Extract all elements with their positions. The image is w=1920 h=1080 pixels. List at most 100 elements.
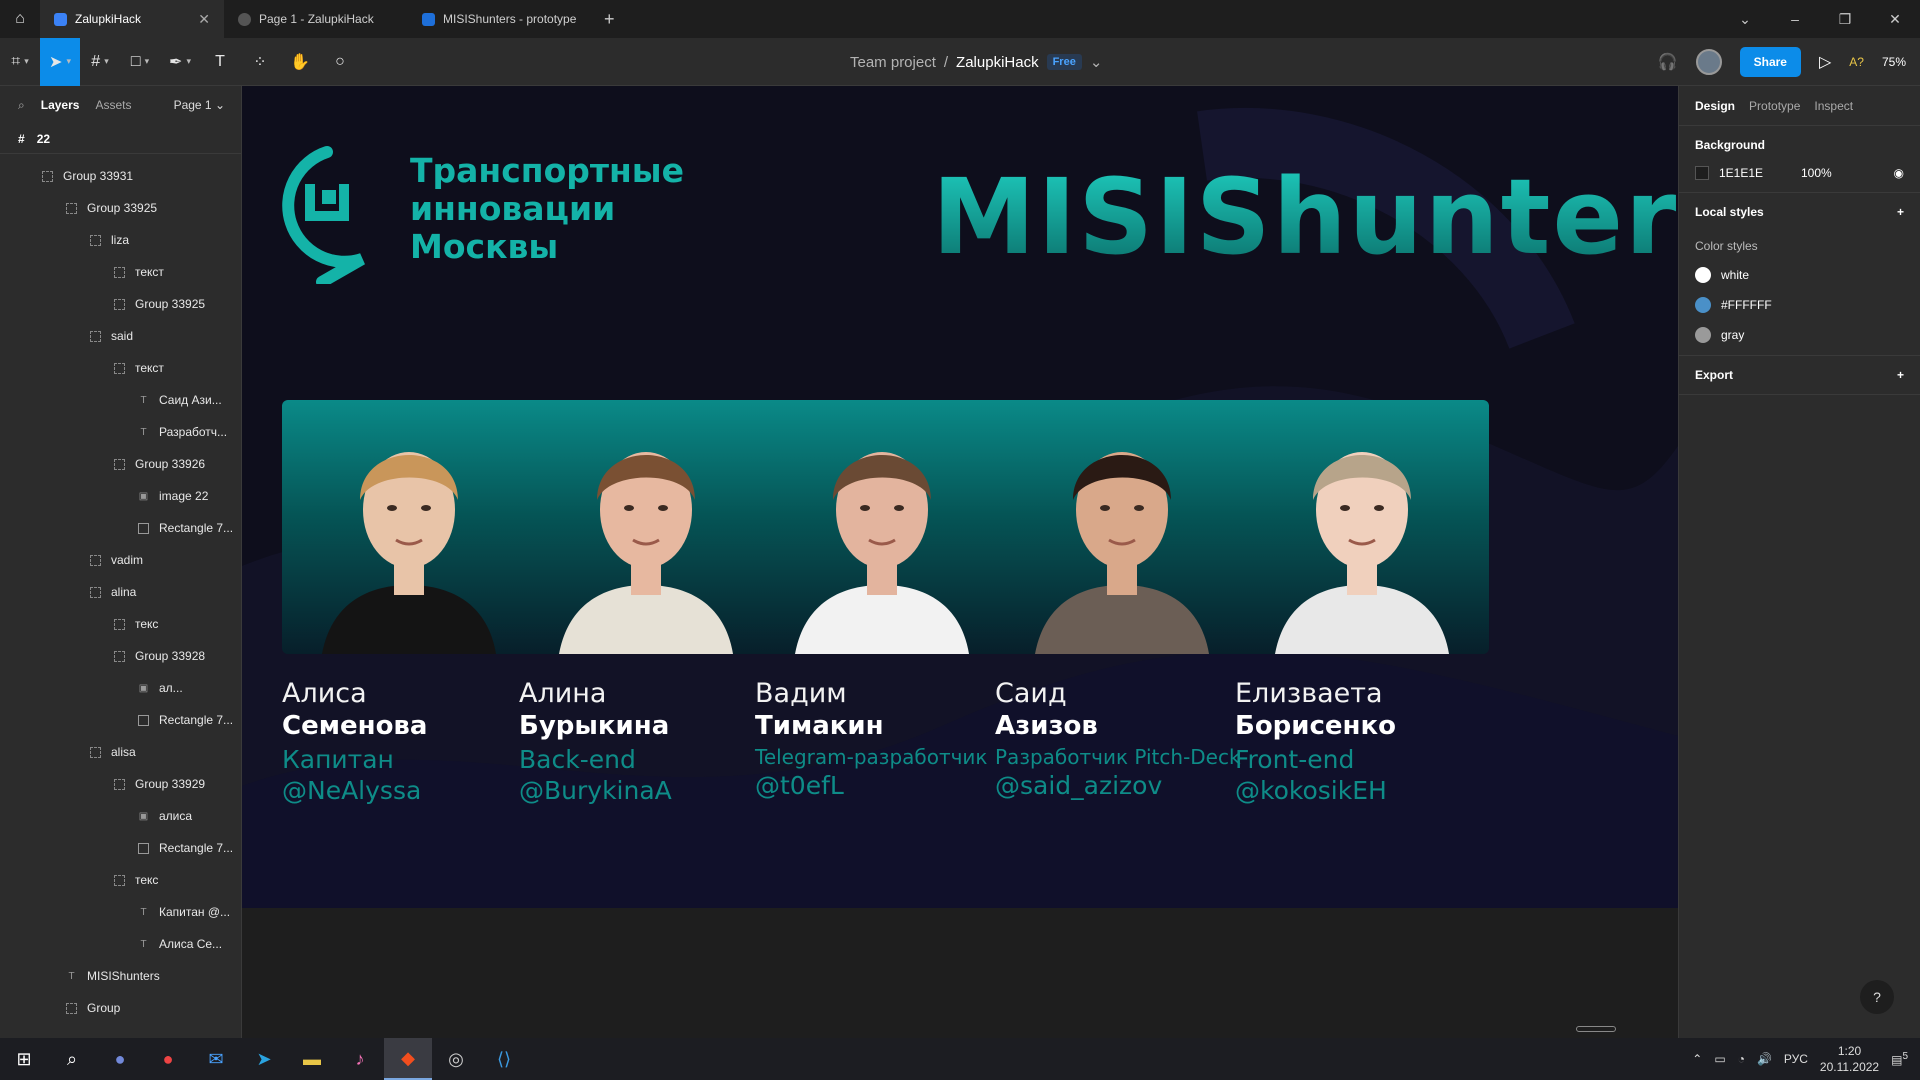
background-section: Background 1E1E1E 100% ◉: [1679, 126, 1920, 193]
chevron-down-icon[interactable]: ⌄: [1090, 53, 1103, 71]
steam-icon[interactable]: ◎: [432, 1038, 480, 1080]
tab-page-1[interactable]: Page 1 - ZalupkiHack: [224, 0, 408, 38]
zoom-dropdown[interactable]: 75%: [1882, 55, 1906, 69]
layer-row[interactable]: ▣ ал...: [0, 672, 241, 704]
missing-fonts-button[interactable]: A?: [1849, 55, 1864, 69]
layer-row[interactable]: Group 33931: [0, 160, 241, 192]
layer-row[interactable]: ▣ image 22: [0, 480, 241, 512]
group-icon: [114, 266, 125, 278]
vscode-icon[interactable]: ⟨⟩: [480, 1038, 528, 1080]
file-explorer-icon[interactable]: ▬: [288, 1038, 336, 1080]
page-selector[interactable]: Page 1 ⌄: [174, 98, 225, 112]
add-style-icon[interactable]: +: [1897, 205, 1904, 219]
tab-zalupkihack[interactable]: ZalupkiHack ✕: [40, 0, 224, 38]
layer-row[interactable]: Group 33929: [0, 768, 241, 800]
layer-row[interactable]: Rectangle 7...: [0, 512, 241, 544]
layer-row[interactable]: vadim: [0, 544, 241, 576]
layer-row[interactable]: T Саид Ази...: [0, 384, 241, 416]
pen-tool-icon[interactable]: ✒ ▾: [160, 38, 200, 86]
restore-icon[interactable]: ❐: [1820, 11, 1870, 28]
move-tool-icon[interactable]: ➤ ▾: [40, 37, 80, 86]
tray-chevron-icon[interactable]: ⌃: [1692, 1052, 1702, 1066]
volume-icon[interactable]: 🔊: [1757, 1052, 1772, 1066]
figma-taskbar-icon[interactable]: ◆: [384, 1038, 432, 1080]
close-tab-icon[interactable]: ✕: [198, 11, 210, 28]
new-tab-icon[interactable]: +: [592, 9, 627, 30]
frame-layer[interactable]: # 22: [0, 124, 241, 154]
search-icon[interactable]: ⌕: [18, 98, 25, 113]
help-button[interactable]: ?: [1860, 980, 1894, 1014]
layer-row[interactable]: said: [0, 320, 241, 352]
tab-inspect[interactable]: Inspect: [1814, 99, 1853, 113]
battery-icon[interactable]: ▭: [1714, 1052, 1725, 1066]
bg-hex-input[interactable]: 1E1E1E: [1719, 166, 1791, 180]
canvas[interactable]: Транспортные инновации Москвы MISIShunte…: [242, 86, 1678, 1038]
file-name[interactable]: ZalupkiHack: [956, 54, 1039, 71]
shape-tool-icon[interactable]: □ ▾: [120, 38, 160, 86]
layer-row[interactable]: T Разработч...: [0, 416, 241, 448]
layer-row[interactable]: текст: [0, 352, 241, 384]
group-icon: [90, 330, 101, 342]
layer-row[interactable]: liza: [0, 224, 241, 256]
music-icon[interactable]: ♪: [336, 1038, 384, 1080]
resources-icon[interactable]: ⁘: [240, 38, 280, 86]
frame-tool-icon[interactable]: # ▾: [80, 38, 120, 86]
language-indicator[interactable]: РУС: [1784, 1052, 1808, 1066]
minimize-icon[interactable]: –: [1770, 11, 1820, 27]
main-menu-icon[interactable]: ⌗ ▾: [0, 38, 40, 86]
text-tool-icon[interactable]: T: [200, 38, 240, 86]
layer-row[interactable]: alina: [0, 576, 241, 608]
tab-assets[interactable]: Assets: [95, 98, 131, 112]
layer-row[interactable]: Group 33926: [0, 448, 241, 480]
layer-row[interactable]: Rectangle 7...: [0, 832, 241, 864]
color-style-item[interactable]: gray: [1695, 327, 1904, 343]
layer-row[interactable]: alisa: [0, 736, 241, 768]
bg-swatch[interactable]: [1695, 166, 1709, 180]
share-button[interactable]: Share: [1739, 47, 1801, 77]
layer-row[interactable]: Group 33925: [0, 288, 241, 320]
clock[interactable]: 1:20 20.11.2022: [1820, 1043, 1879, 1075]
tab-design[interactable]: Design: [1695, 99, 1735, 113]
member-handle: @t0efL: [755, 771, 844, 800]
headphones-icon[interactable]: 🎧: [1658, 52, 1678, 72]
layer-row[interactable]: Rectangle 7...: [0, 704, 241, 736]
eye-icon[interactable]: ◉: [1894, 166, 1904, 180]
horizontal-scrollbar[interactable]: [1576, 1026, 1616, 1032]
close-window-icon[interactable]: ✕: [1870, 11, 1920, 28]
start-icon[interactable]: ⊞: [0, 1038, 48, 1080]
image-icon: ▣: [138, 682, 149, 694]
tab-prototype[interactable]: MISIShunters - prototype: [408, 0, 592, 38]
layer-row[interactable]: Group 33925: [0, 192, 241, 224]
layer-row[interactable]: Group 33928: [0, 640, 241, 672]
mail-icon[interactable]: ✉: [192, 1038, 240, 1080]
wifi-icon[interactable]: ◔: [1738, 1052, 1745, 1066]
avatar[interactable]: [1695, 49, 1722, 75]
layer-row[interactable]: ▣ алиса: [0, 800, 241, 832]
layer-row[interactable]: текс: [0, 864, 241, 896]
hand-tool-icon[interactable]: ✋: [280, 38, 320, 86]
add-export-icon[interactable]: +: [1897, 368, 1904, 382]
tab-layers[interactable]: Layers: [41, 98, 80, 112]
bg-opacity-input[interactable]: 100%: [1801, 166, 1832, 180]
color-style-item[interactable]: #FFFFFF: [1695, 297, 1904, 313]
notification-icon[interactable]: ▤5: [1891, 1051, 1908, 1067]
yandex-browser-icon[interactable]: ●: [144, 1038, 192, 1080]
telegram-icon[interactable]: ➤: [240, 1038, 288, 1080]
layer-row[interactable]: T Алиса Се...: [0, 928, 241, 960]
tab-prototype-panel[interactable]: Prototype: [1749, 99, 1800, 113]
present-play-icon[interactable]: ▷: [1819, 52, 1831, 72]
color-style-item[interactable]: white: [1695, 267, 1904, 283]
layer-row[interactable]: T Капитан @...: [0, 896, 241, 928]
search-icon[interactable]: ⌕: [48, 1038, 96, 1080]
discord-icon[interactable]: ●: [96, 1038, 144, 1080]
layer-row[interactable]: T MISIShunters: [0, 960, 241, 992]
chevron-down-icon[interactable]: ⌄: [1720, 11, 1770, 28]
layer-row[interactable]: текст: [0, 256, 241, 288]
comment-tool-icon[interactable]: ○: [320, 38, 360, 86]
home-icon[interactable]: ⌂: [0, 0, 40, 38]
layer-row[interactable]: текс: [0, 608, 241, 640]
team-link[interactable]: Team project: [850, 54, 936, 71]
rectangle-icon: [138, 522, 149, 534]
layer-row[interactable]: Group: [0, 992, 241, 1024]
artboard-frame[interactable]: Транспортные инновации Москвы MISIShunte…: [242, 86, 1678, 908]
